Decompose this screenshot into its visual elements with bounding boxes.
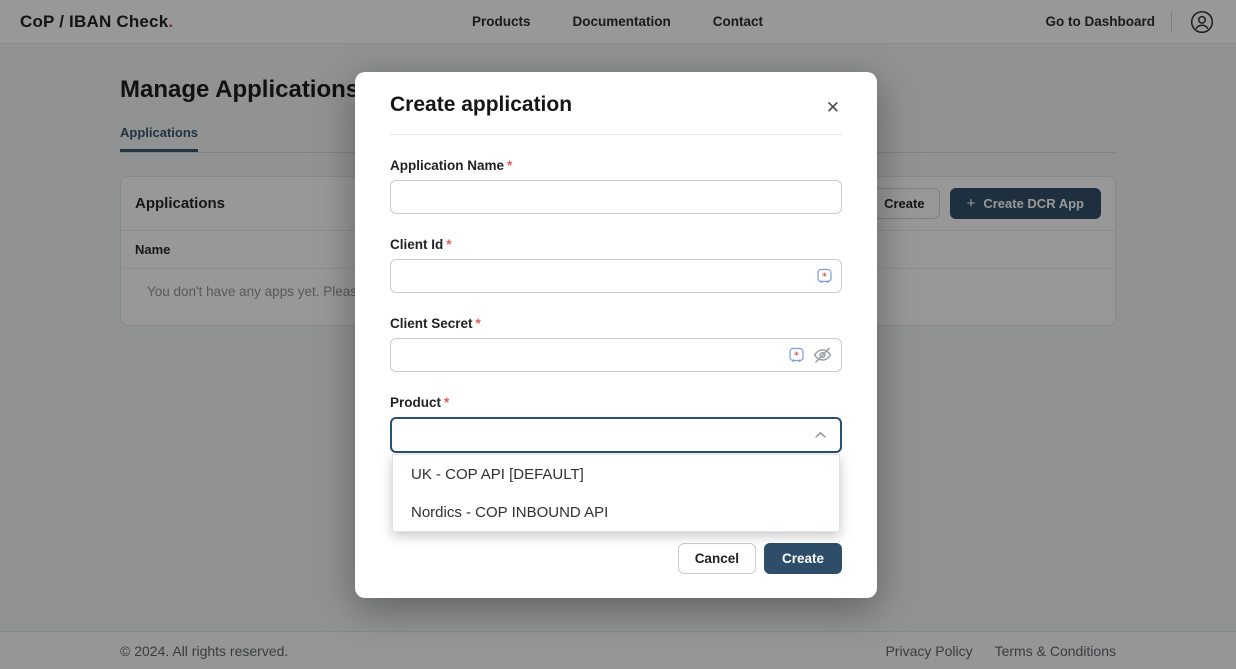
password-manager-autofill-icon[interactable]: * [817,269,832,284]
client-id-field-wrap: * [390,259,842,293]
create-application-modal: Create application ✕ Application Name* C… [355,72,877,598]
password-manager-autofill-icon[interactable]: * [789,348,804,363]
client-id-label: Client Id* [390,237,842,252]
required-marker: * [507,158,512,173]
application-name-field-wrap [390,180,842,214]
chevron-up-icon [813,428,828,443]
product-options-dropdown: UK - COP API [DEFAULT] Nordics - COP INB… [392,454,840,532]
close-icon[interactable]: ✕ [824,97,842,118]
cancel-button[interactable]: Cancel [678,543,756,574]
application-name-label: Application Name* [390,158,842,173]
toggle-secret-visibility-button[interactable] [812,345,833,366]
application-name-input[interactable] [390,180,842,214]
product-select[interactable]: UK - COP API [DEFAULT] Nordics - COP INB… [390,417,842,453]
required-marker: * [444,395,449,410]
product-option-nordics-cop-inbound-api[interactable]: Nordics - COP INBOUND API [393,493,839,531]
client-id-input[interactable] [390,259,842,293]
svg-text:*: * [822,272,827,282]
modal-header: Create application ✕ [390,72,842,118]
client-secret-input[interactable] [390,338,842,372]
required-marker: * [446,237,451,252]
required-marker: * [476,316,481,331]
product-label: Product* [390,395,842,410]
modal-title: Create application [390,93,572,117]
modal-divider [390,134,842,135]
eye-off-icon [812,345,833,366]
svg-text:*: * [794,351,799,361]
client-secret-label: Client Secret* [390,316,842,331]
client-secret-field-wrap: * [390,338,842,372]
modal-actions: Cancel Create [678,543,842,574]
product-option-uk-cop-api[interactable]: UK - COP API [DEFAULT] [393,455,839,493]
modal-create-button[interactable]: Create [764,543,842,574]
